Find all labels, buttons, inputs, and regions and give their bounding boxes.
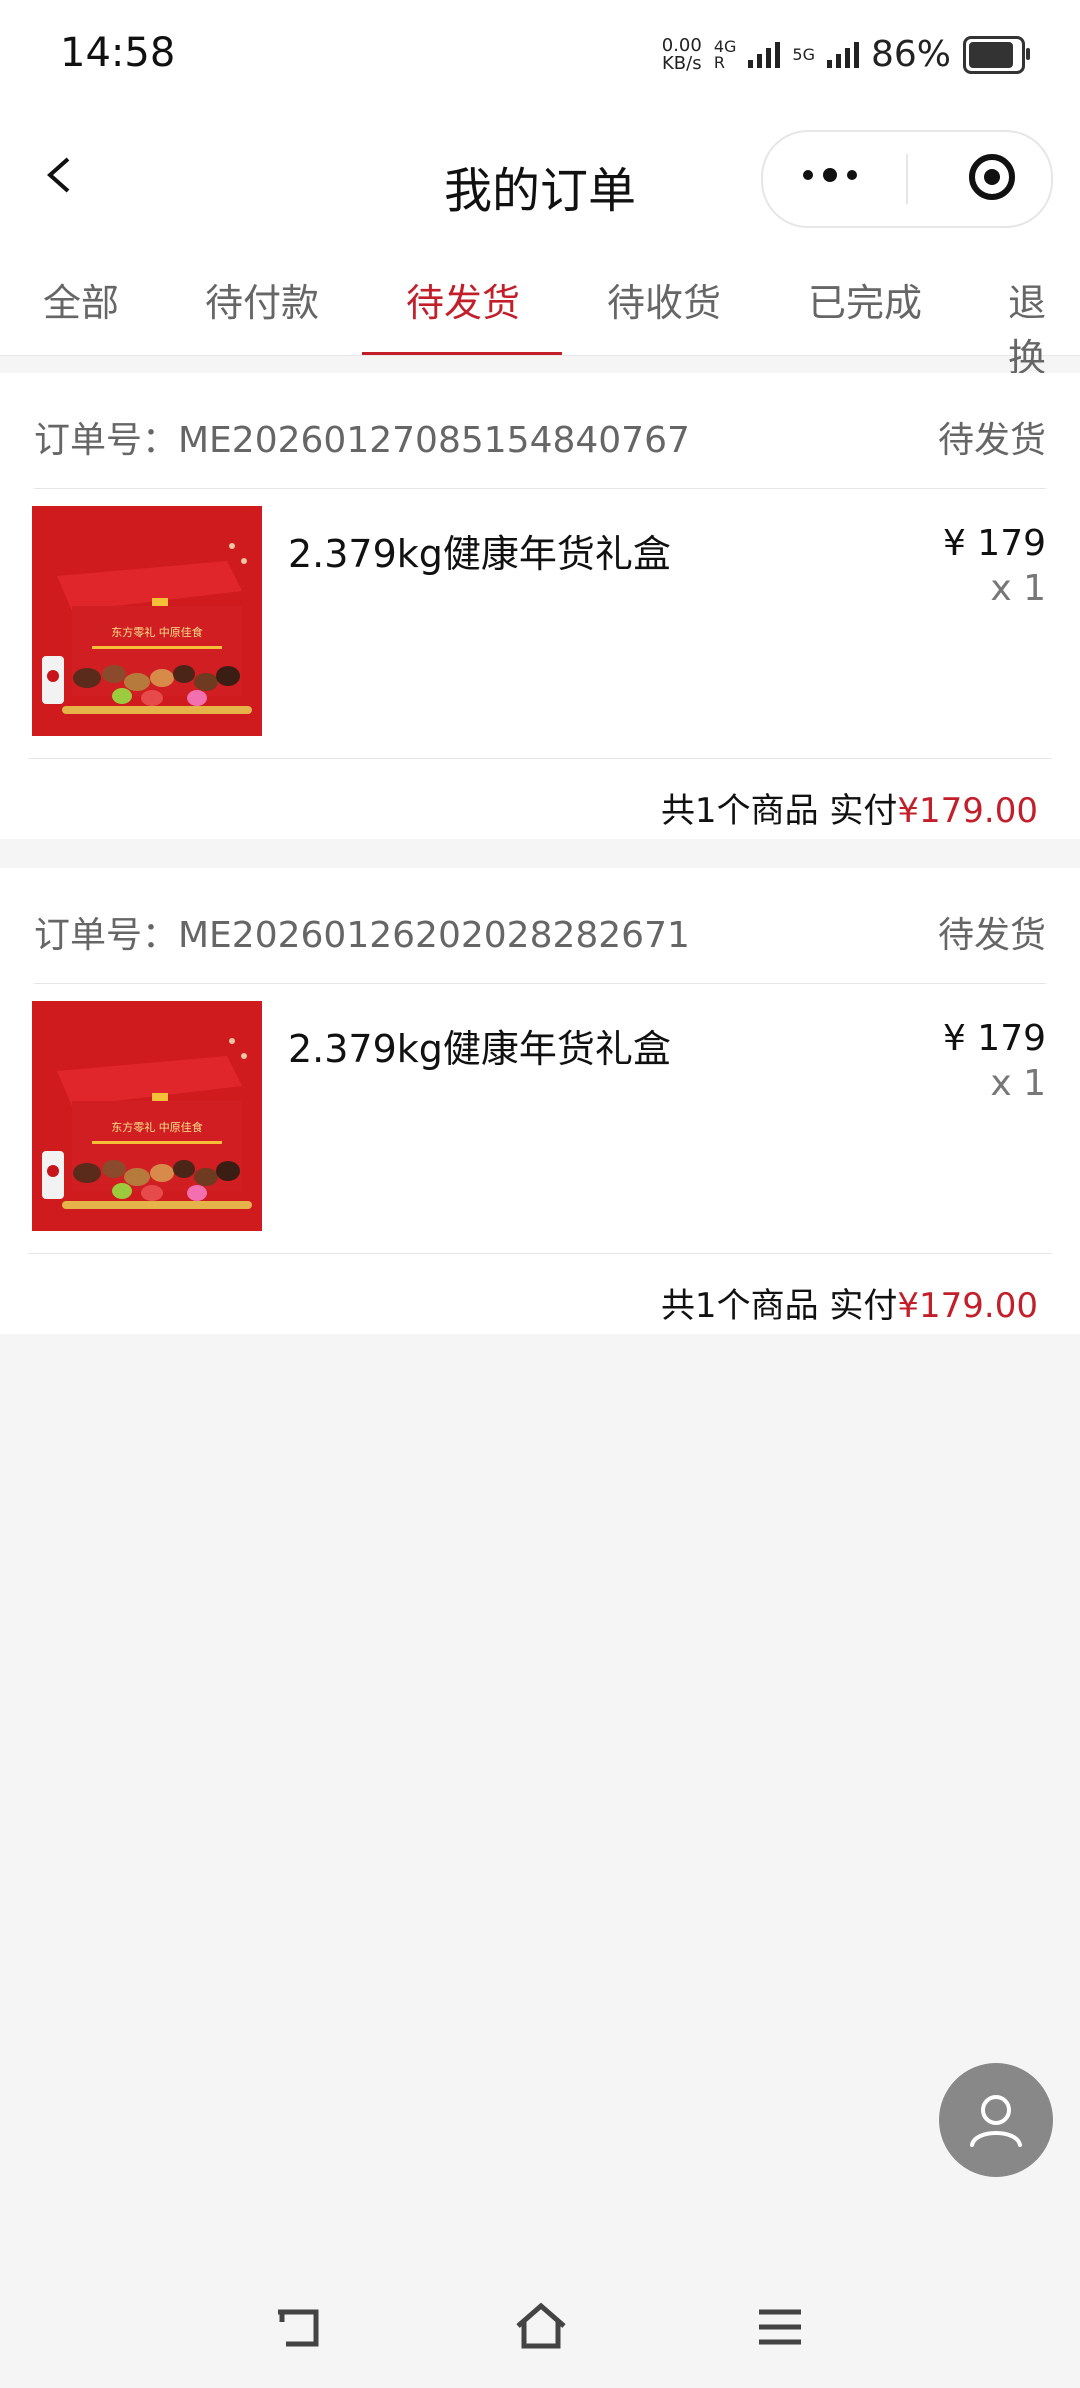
summary-label: 共1个商品 实付: [660, 791, 898, 831]
system-nav-bar: [0, 2270, 1080, 2388]
sim1-roaming: R: [713, 52, 725, 72]
sim2-label: 5G: [792, 44, 815, 64]
battery-icon: [963, 35, 1030, 74]
customer-service-button[interactable]: [939, 2063, 1053, 2177]
order-summary: 共1个商品 实付¥179.00: [661, 1278, 1038, 1327]
close-target-icon[interactable]: [969, 154, 1015, 200]
status-bar: 14:58 0.00 KB/s 4G R 5G 86%: [0, 0, 1080, 115]
total-amount: ¥179.00: [897, 1286, 1038, 1326]
menu-icon[interactable]: [755, 2300, 805, 2354]
status-icons: 0.00 KB/s 4G R 5G 86%: [661, 34, 1030, 75]
product-price: ¥ 179: [942, 1018, 1046, 1059]
sim1-type: 4G R: [713, 38, 737, 72]
product-quantity: x 1: [990, 568, 1046, 609]
network-speed: 0.00 KB/s: [661, 34, 702, 74]
product-image-text: 东方零礼 中原佳食: [111, 1120, 203, 1134]
nav-bar: 我的订单: [0, 115, 1080, 240]
divider: [28, 758, 1052, 759]
person-icon: [970, 2095, 1022, 2147]
tab-pending-payment[interactable]: 待付款: [205, 272, 319, 327]
product-name[interactable]: 2.379kg健康年货礼盒: [288, 523, 671, 578]
order-header: 订单号：ME20260127085154840767 待发货: [34, 373, 1046, 489]
tab-returns[interactable]: 退换: [1008, 272, 1080, 382]
order-number: 订单号：ME20260126202028282671: [34, 915, 690, 956]
mini-program-capsule: [761, 130, 1053, 228]
order-card[interactable]: 订单号：ME20260127085154840767 待发货 东方零礼 中原佳食…: [0, 373, 1080, 839]
product-name[interactable]: 2.379kg健康年货礼盒: [288, 1018, 671, 1073]
product-quantity: x 1: [990, 1063, 1046, 1104]
back-gesture-icon[interactable]: [272, 2300, 326, 2354]
order-status: 待发货: [937, 915, 1046, 956]
tab-pending-receipt[interactable]: 待收货: [607, 272, 721, 327]
total-amount: ¥179.00: [897, 791, 1038, 831]
signal-icon: [826, 41, 859, 68]
order-summary: 共1个商品 实付¥179.00: [661, 783, 1038, 832]
active-tab-indicator: [362, 352, 562, 355]
tab-all[interactable]: 全部: [43, 272, 119, 327]
order-header: 订单号：ME20260126202028282671 待发货: [34, 868, 1046, 984]
speed-unit: KB/s: [661, 52, 702, 74]
order-number: 订单号：ME20260127085154840767: [34, 420, 690, 461]
signal-icon: [748, 41, 781, 68]
divider: [28, 1253, 1052, 1254]
tab-completed[interactable]: 已完成: [808, 272, 922, 327]
summary-label: 共1个商品 实付: [660, 1286, 898, 1326]
product-price: ¥ 179: [942, 523, 1046, 564]
product-image-text: 东方零礼 中原佳食: [111, 625, 203, 639]
battery-percent: 86%: [870, 34, 951, 75]
home-icon[interactable]: [512, 2300, 570, 2354]
product-image[interactable]: 东方零礼 中原佳食: [32, 506, 262, 736]
order-status: 待发货: [937, 420, 1046, 461]
more-icon[interactable]: [803, 168, 857, 182]
product-image[interactable]: 东方零礼 中原佳食: [32, 1001, 262, 1231]
clock: 14:58: [60, 30, 176, 76]
tab-pending-shipment[interactable]: 待发货: [406, 272, 520, 327]
speed-value: 0.00: [661, 34, 702, 56]
order-tabs: 全部 待付款 待发货 待收货 已完成 退换: [0, 240, 1080, 380]
order-card[interactable]: 订单号：ME20260126202028282671 待发货 东方零礼 中原佳食…: [0, 868, 1080, 1334]
